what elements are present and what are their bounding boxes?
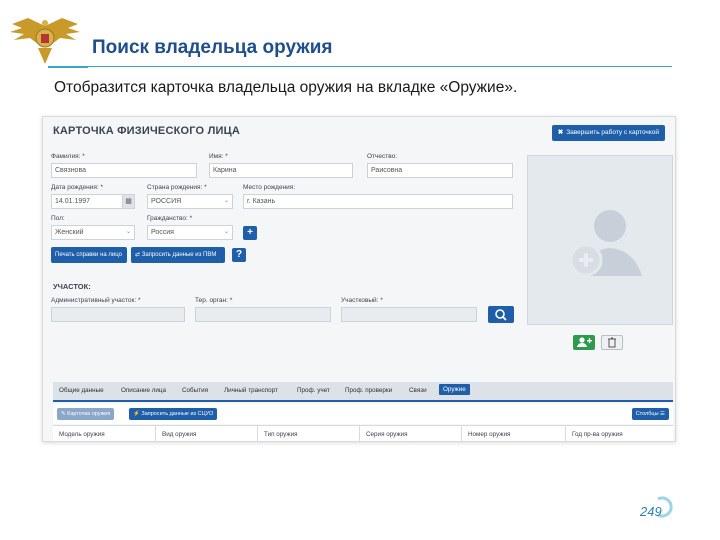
tab-prof-account[interactable]: Проф. учет	[297, 387, 330, 394]
search-icon	[495, 309, 507, 321]
tab-transport[interactable]: Личный транспорт	[224, 387, 278, 394]
column-header[interactable]: Тип оружия	[257, 426, 359, 441]
trash-icon	[608, 337, 616, 348]
menu-icon: ☰	[658, 411, 665, 417]
name-field[interactable]: Карина	[209, 163, 353, 178]
gender-select[interactable]: Женский ⌄	[51, 225, 135, 240]
tab-links[interactable]: Связи	[409, 387, 427, 394]
birth-country-select[interactable]: РОССИЯ ⌄	[147, 194, 233, 209]
weapons-toolbar: ✎ Карточка оружия ⚡ Запросить данные из …	[53, 404, 673, 424]
birth-place-label: Место рождения:	[243, 184, 296, 191]
surname-field[interactable]: Связнова	[51, 163, 197, 178]
birth-country-label: Страна рождения: *	[147, 184, 207, 191]
tab-events[interactable]: События	[182, 387, 208, 394]
tab-weapons[interactable]: Оружие	[439, 384, 470, 395]
patronymic-label: Отчество:	[367, 153, 398, 160]
district-section-title: УЧАСТОК:	[53, 282, 91, 291]
delete-photo-button[interactable]	[601, 335, 623, 350]
slide-subtitle: Отобразится карточка владельца оружия на…	[54, 79, 518, 96]
district-officer-label: Участковый: *	[341, 297, 383, 304]
columns-button[interactable]: Столбцы ☰	[631, 408, 669, 420]
citizenship-label: Гражданство: *	[147, 215, 193, 222]
request-scuo-button[interactable]: ⚡ Запросить данные из СЦУО	[129, 408, 218, 420]
screenshot-panel: КАРТОЧКА ФИЗИЧЕСКОГО ЛИЦА ✖ Завершить раб…	[42, 116, 676, 442]
emblem-logo-icon	[10, 18, 80, 64]
column-header[interactable]: Серия оружия	[359, 426, 461, 441]
add-user-icon	[577, 337, 592, 347]
column-header[interactable]: Вид оружия	[155, 426, 257, 441]
finish-card-button[interactable]: ✖ Завершить работу с карточкой	[551, 125, 665, 141]
weapon-card-button[interactable]: ✎ Карточка оружия	[57, 408, 115, 420]
surname-label: Фамилия: *	[51, 153, 85, 160]
citizenship-select[interactable]: Россия ⌄	[147, 225, 233, 240]
column-header[interactable]: Модель оружия	[53, 426, 155, 441]
add-photo-button[interactable]	[573, 335, 595, 350]
sync-icon: ⇄	[135, 252, 142, 258]
page-number: 249	[640, 504, 662, 519]
tab-prof-checks[interactable]: Проф. проверки	[345, 387, 392, 394]
card-tabs: Общие данные Описание лица События Личны…	[53, 382, 673, 402]
card-title: КАРТОЧКА ФИЗИЧЕСКОГО ЛИЦА	[53, 125, 240, 137]
photo-placeholder	[527, 155, 673, 325]
search-button[interactable]	[488, 306, 514, 323]
chevron-down-icon: ⌄	[223, 229, 229, 235]
ter-organ-label: Тер. орган: *	[195, 297, 233, 304]
weapons-table-header: Модель оружия Вид оружия Тип оружия Сери…	[53, 425, 673, 441]
chevron-down-icon: ⌄	[125, 229, 131, 235]
title-divider-accent	[48, 66, 88, 68]
birth-date-field[interactable]: 14.01.1997 ▦	[51, 194, 135, 209]
chevron-down-icon: ⌄	[223, 198, 229, 204]
title-divider	[88, 66, 672, 67]
calendar-icon[interactable]: ▦	[122, 195, 134, 208]
column-header[interactable]: Год пр-ва оружия	[565, 426, 673, 441]
tab-general[interactable]: Общие данные	[59, 387, 104, 394]
birth-date-label: Дата рождения: *	[51, 184, 103, 191]
help-button[interactable]: ?	[232, 248, 246, 262]
birth-place-field[interactable]: г. Казань	[243, 194, 513, 209]
tab-description[interactable]: Описание лица	[121, 387, 166, 394]
print-reference-button[interactable]: Печать справки на лицо	[51, 247, 127, 263]
column-header[interactable]: Номер оружия	[461, 426, 565, 441]
admin-district-field[interactable]	[51, 307, 185, 322]
request-pvm-button[interactable]: ⇄ Запросить данные из ПВМ	[131, 247, 225, 263]
add-user-icon	[569, 210, 642, 277]
ter-organ-field[interactable]	[195, 307, 331, 322]
close-icon: ✖	[557, 129, 564, 136]
admin-district-label: Административный участок: *	[51, 297, 141, 304]
gender-label: Пол:	[51, 215, 65, 222]
patronymic-field[interactable]: Раисовна	[367, 163, 513, 178]
slide-title: Поиск владельца оружия	[92, 37, 333, 58]
add-citizenship-button[interactable]: +	[243, 226, 257, 240]
name-label: Имя: *	[209, 153, 228, 160]
district-officer-field[interactable]	[341, 307, 477, 322]
